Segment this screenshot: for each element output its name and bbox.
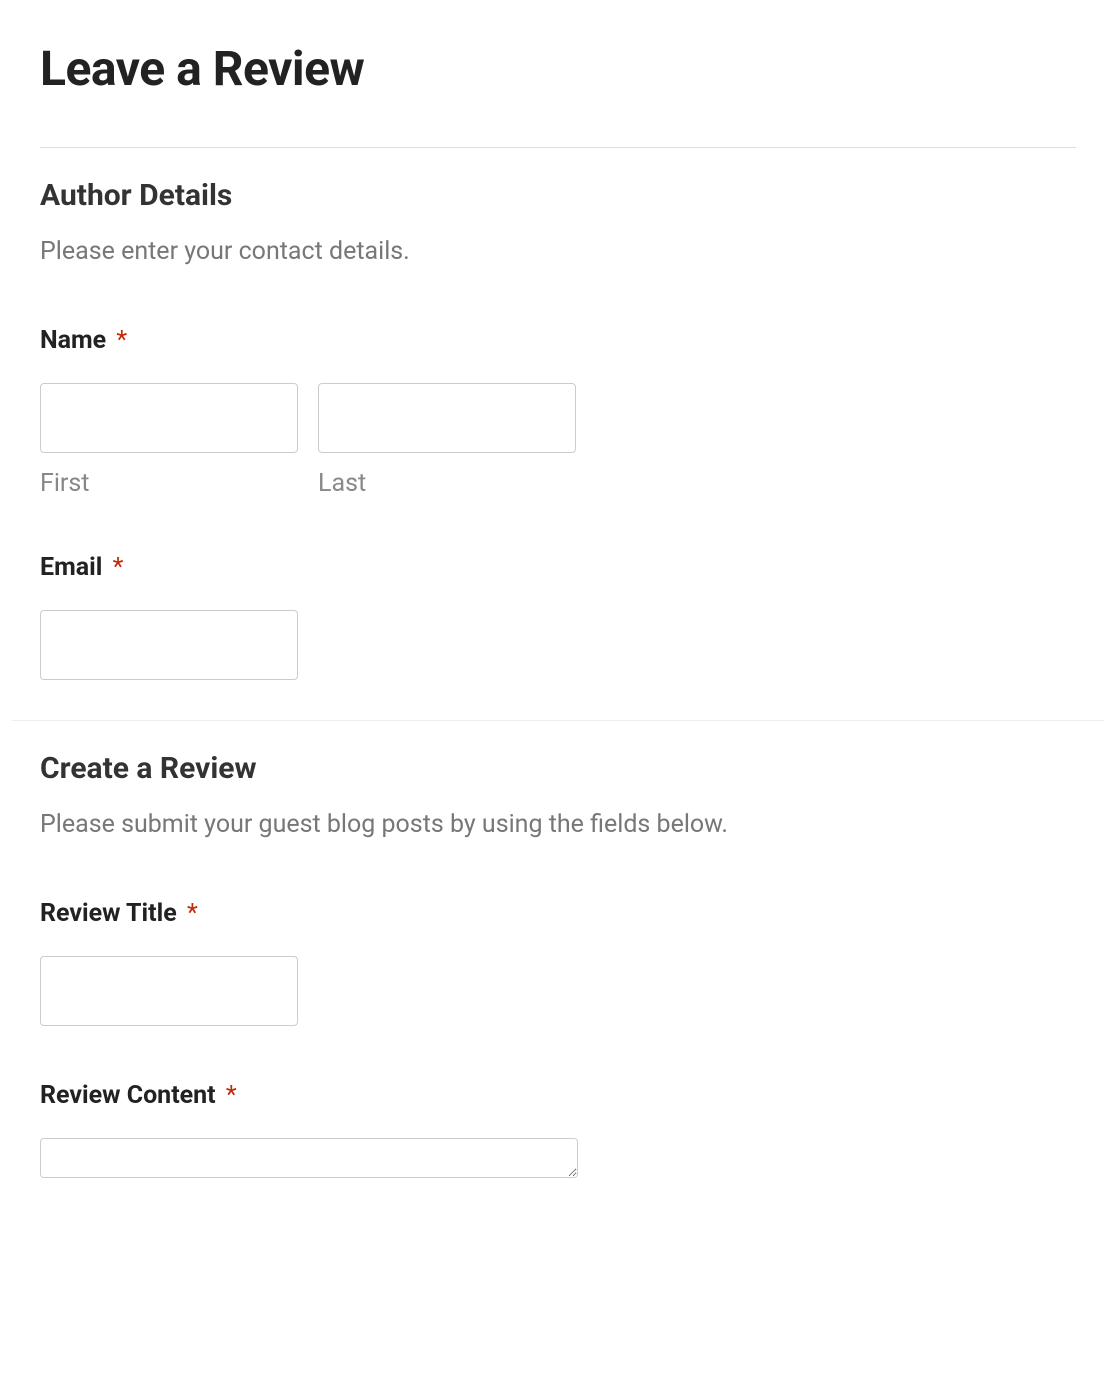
required-asterisk: * [187, 899, 198, 928]
first-name-input[interactable] [40, 383, 298, 453]
name-label: Name * [40, 326, 1076, 355]
author-details-description: Please enter your contact details. [40, 237, 1076, 266]
review-content-input[interactable] [40, 1138, 578, 1178]
review-content-label-text: Review Content [40, 1081, 216, 1110]
email-input[interactable] [40, 610, 298, 680]
create-review-section: Create a Review Please submit your guest… [40, 721, 1076, 1222]
author-details-section: Author Details Please enter your contact… [40, 148, 1076, 720]
page-title: Leave a Review [40, 40, 1076, 97]
review-title-label-text: Review Title [40, 899, 177, 928]
review-title-label: Review Title * [40, 899, 1076, 928]
review-title-input[interactable] [40, 956, 298, 1026]
name-label-text: Name [40, 326, 106, 355]
name-field-group: Name * First Last [40, 326, 1076, 498]
email-field-group: Email * [40, 553, 1076, 680]
review-content-field-group: Review Content * [40, 1081, 1076, 1182]
last-name-input[interactable] [318, 383, 576, 453]
email-label-text: Email [40, 553, 102, 582]
first-name-sublabel: First [40, 469, 298, 498]
review-title-field-group: Review Title * [40, 899, 1076, 1026]
required-asterisk: * [116, 326, 127, 355]
last-name-sublabel: Last [318, 469, 576, 498]
required-asterisk: * [226, 1081, 237, 1110]
email-label: Email * [40, 553, 1076, 582]
create-review-heading: Create a Review [40, 751, 1076, 786]
create-review-description: Please submit your guest blog posts by u… [40, 810, 1076, 839]
review-content-label: Review Content * [40, 1081, 1076, 1110]
author-details-heading: Author Details [40, 178, 1076, 213]
required-asterisk: * [113, 553, 124, 582]
